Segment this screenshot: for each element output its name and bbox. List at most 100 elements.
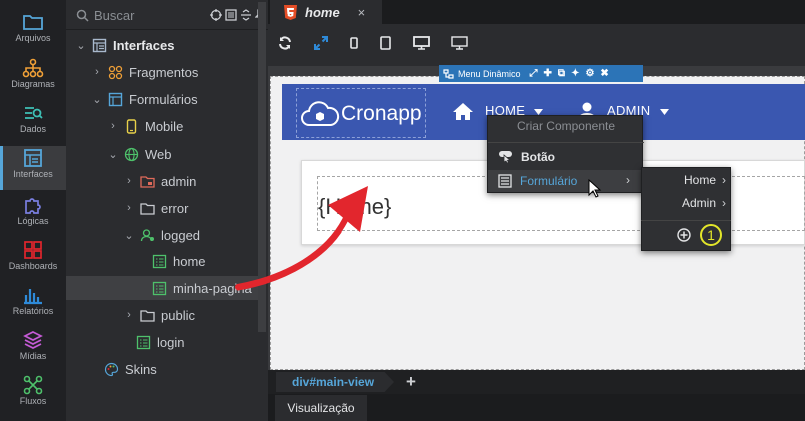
chevron-down-icon: ⌄ xyxy=(124,229,134,242)
folder-icon xyxy=(140,202,155,215)
tree-item-skins[interactable]: Skins xyxy=(104,357,157,381)
chevron-right-icon: › xyxy=(722,173,726,187)
tree-item-minha-pagina[interactable]: minha-pagina xyxy=(66,276,258,300)
locate-icon[interactable] xyxy=(210,9,222,21)
collapse-all-icon[interactable] xyxy=(240,9,252,21)
tree-item-public[interactable]: › public xyxy=(122,303,195,327)
activity-label: Fluxos xyxy=(19,396,47,406)
add-circle-icon[interactable] xyxy=(677,228,691,242)
copy-icon[interactable]: ⧉ xyxy=(558,68,565,79)
form-file-icon xyxy=(136,335,151,349)
forms-icon xyxy=(108,92,123,106)
activity-dados[interactable]: Dados xyxy=(0,101,66,145)
submenu-item-admin[interactable]: Admin › xyxy=(642,192,732,214)
tree-item-label: Mobile xyxy=(145,118,184,134)
activity-fluxos[interactable]: Fluxos xyxy=(0,373,66,417)
tree-item-login[interactable]: login xyxy=(136,330,184,354)
tree-item-label: Formulários xyxy=(129,91,198,107)
menu-item-label: Botão xyxy=(521,150,555,164)
submenu-item-label: Home xyxy=(683,173,716,187)
tree-item-logged[interactable]: ⌄ logged xyxy=(122,223,200,247)
tab-home[interactable]: home × xyxy=(270,0,382,24)
form-file-icon xyxy=(152,254,167,268)
activity-relatorios[interactable]: Relatórios xyxy=(0,283,66,327)
add-button[interactable]: + xyxy=(406,372,416,392)
media-layers-icon xyxy=(23,331,43,349)
phone-view-icon[interactable] xyxy=(350,36,358,50)
tree-item-interfaces[interactable]: ⌄ Interfaces xyxy=(74,33,174,57)
form-submenu: Home › Admin › 1 xyxy=(641,167,731,251)
activity-label: Arquivos xyxy=(15,33,51,43)
submenu-divider xyxy=(641,220,731,221)
chevron-down-icon: ⌄ xyxy=(108,148,118,161)
interfaces-icon xyxy=(24,149,42,167)
activity-logicas[interactable]: Lógicas xyxy=(0,193,66,237)
page-heading: {Home} xyxy=(318,194,392,219)
palette-icon xyxy=(104,362,119,376)
fullscreen-icon[interactable] xyxy=(314,36,328,50)
flows-icon xyxy=(23,375,43,395)
activity-diagramas[interactable]: Diagramas xyxy=(0,56,66,100)
form-icon xyxy=(498,174,512,188)
activity-midias[interactable]: Mídias xyxy=(0,328,66,372)
tree-scrollbar[interactable] xyxy=(258,2,266,332)
activity-interfaces[interactable]: Interfaces xyxy=(0,146,66,190)
tree-item-label: admin xyxy=(161,173,197,189)
create-component-menu: Criar Componente Botão Formulário › xyxy=(487,115,644,193)
visualization-tab[interactable]: Visualização xyxy=(275,395,367,421)
tree-item-mobile[interactable]: › Mobile xyxy=(106,114,183,138)
reports-icon xyxy=(24,289,42,305)
large-desktop-view-icon[interactable] xyxy=(451,36,468,50)
logic-puzzle-icon xyxy=(25,198,41,214)
editor-toolbar xyxy=(268,24,805,66)
fragments-icon xyxy=(108,65,123,79)
tree-item-label: Web xyxy=(145,146,172,162)
tree-item-home[interactable]: home xyxy=(152,249,206,273)
dashboard-icon xyxy=(24,241,42,259)
tree-item-fragmentos[interactable]: › Fragmentos xyxy=(90,60,198,84)
folder-user-icon xyxy=(140,228,154,241)
menu-item-label: Formulário xyxy=(520,174,578,188)
menu-item-botao[interactable]: Botão xyxy=(488,146,644,168)
tree-item-error[interactable]: › error xyxy=(122,196,188,220)
search-input[interactable] xyxy=(94,7,204,24)
expand-icon[interactable]: ⤢ xyxy=(530,68,538,79)
breadcrumb[interactable]: div#main-view xyxy=(276,372,394,392)
step-number-badge: 1 xyxy=(700,224,722,246)
activity-label: Dados xyxy=(19,124,46,134)
component-name: Menu Dinâmico xyxy=(458,68,521,79)
tablet-view-icon[interactable] xyxy=(380,36,391,50)
activity-label: Diagramas xyxy=(11,79,55,89)
submenu-item-home[interactable]: Home › xyxy=(642,169,732,191)
project-tree-panel: ⌄ Interfaces › Fragmentos ⌄ Formulários … xyxy=(66,0,268,421)
gear-icon[interactable]: ⚙ xyxy=(585,68,594,79)
magic-wand-icon[interactable]: ✦ xyxy=(571,68,579,79)
chevron-down-icon: ⌄ xyxy=(76,39,86,52)
cronapp-logo-icon xyxy=(301,101,340,126)
mouse-cursor-icon xyxy=(588,179,602,198)
tree-item-label: Interfaces xyxy=(113,37,175,53)
tree-item-admin[interactable]: › admin xyxy=(122,169,196,193)
tree-item-label: logged xyxy=(161,227,201,243)
activity-label: Mídias xyxy=(19,351,47,361)
navbar-brand[interactable]: Cronapp xyxy=(296,88,426,138)
move-icon[interactable]: ✚ xyxy=(544,68,552,79)
refresh-icon[interactable] xyxy=(278,36,292,50)
tab-label: home xyxy=(305,4,340,20)
menu-item-formulario[interactable]: Formulário › xyxy=(488,170,644,192)
tree-item-label: home xyxy=(173,253,206,269)
activity-bar: Arquivos Diagramas Dados Interfaces Lógi… xyxy=(0,0,66,421)
activity-dashboards[interactable]: Dashboards xyxy=(0,238,66,282)
folder-icon xyxy=(140,309,155,322)
search-bar xyxy=(66,0,268,30)
component-toolbar[interactable]: Menu Dinâmico ⤢ ✚ ⧉ ✦ ⚙ ✖ xyxy=(439,65,643,82)
activity-arquivos[interactable]: Arquivos xyxy=(0,10,66,54)
close-icon[interactable]: × xyxy=(358,5,366,20)
interfaces-icon xyxy=(92,38,107,52)
data-icon xyxy=(25,107,43,119)
expand-all-icon[interactable] xyxy=(225,9,237,21)
tree-item-web[interactable]: ⌄ Web xyxy=(106,142,172,166)
close-icon[interactable]: ✖ xyxy=(600,68,608,79)
tree-item-formularios[interactable]: ⌄ Formulários xyxy=(90,87,198,111)
desktop-view-icon[interactable] xyxy=(413,36,430,50)
